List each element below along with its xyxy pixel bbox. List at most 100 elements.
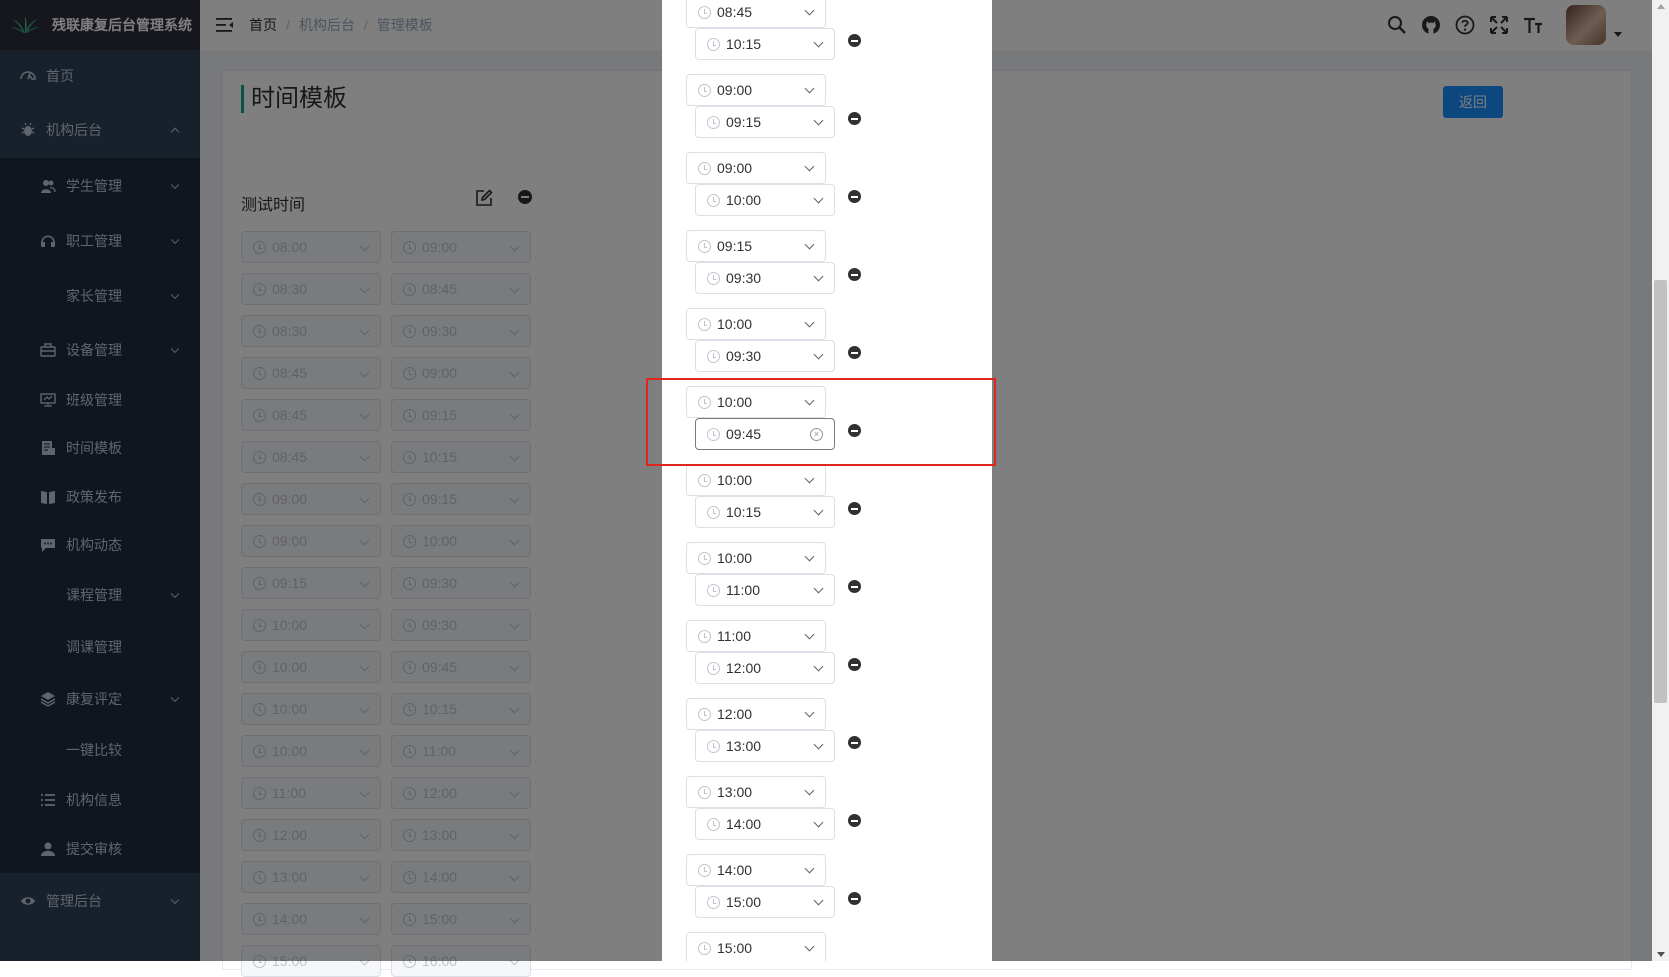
time-value: 08:45	[717, 4, 753, 20]
clock-icon	[707, 115, 720, 129]
clock-icon	[707, 895, 720, 909]
start-time-select[interactable]: 09:00	[686, 152, 826, 184]
time-value: 14:00	[717, 862, 753, 878]
chevron-down-icon	[813, 37, 824, 48]
time-value: 15:00	[717, 940, 753, 956]
clear-icon[interactable]: ×	[810, 428, 823, 441]
time-pair-row: 12:00 13:00	[662, 698, 992, 772]
end-time-select[interactable]: 10:15	[695, 496, 835, 528]
time-pair-row: 08:45 10:15	[662, 0, 992, 70]
time-value: 09:15	[726, 114, 762, 130]
start-time-select[interactable]: 13:00	[686, 776, 826, 808]
time-value: 13:00	[717, 784, 753, 800]
end-time-select[interactable]: 15:00	[695, 886, 835, 918]
time-value: 09:00	[717, 82, 753, 98]
clock-icon	[707, 271, 720, 285]
chevron-down-icon	[813, 349, 824, 360]
time-value: 11:00	[717, 628, 751, 644]
remove-row-icon[interactable]	[848, 502, 861, 515]
remove-row-icon[interactable]	[848, 34, 861, 47]
remove-row-icon[interactable]	[848, 424, 861, 437]
end-time-select[interactable]: 12:00	[695, 652, 835, 684]
start-time-select[interactable]: 09:00	[686, 74, 826, 106]
time-value: 09:15	[717, 238, 753, 254]
end-time-select[interactable]: 10:15	[695, 28, 835, 60]
end-time-select[interactable]: 14:00	[695, 808, 835, 840]
remove-row-icon[interactable]	[848, 112, 861, 125]
time-pair-row: 09:15 09:30	[662, 230, 992, 304]
scrollbar-thumb[interactable]	[1654, 280, 1667, 703]
start-time-select[interactable]: 12:00	[686, 698, 826, 730]
end-time-select[interactable]: 10:00	[695, 184, 835, 216]
chevron-down-icon	[813, 115, 824, 126]
remove-row-icon[interactable]	[848, 736, 861, 749]
clock-icon	[698, 863, 711, 877]
time-value: 15:00	[726, 894, 762, 910]
chevron-down-icon	[804, 707, 815, 718]
clock-icon	[698, 941, 711, 955]
start-time-select[interactable]: 15:00	[686, 932, 826, 961]
chevron-down-icon	[813, 817, 824, 828]
remove-row-icon[interactable]	[848, 580, 861, 593]
clock-icon	[698, 785, 711, 799]
start-time-select[interactable]: 10:00	[686, 464, 826, 496]
clock-icon	[698, 317, 711, 331]
chevron-down-icon	[804, 863, 815, 874]
time-pair-row: 15:00	[662, 932, 992, 961]
end-time-select[interactable]: 09:30	[695, 340, 835, 372]
time-value: 09:00	[717, 160, 753, 176]
start-time-select[interactable]: 08:45	[686, 0, 826, 28]
clock-icon	[707, 349, 720, 363]
clock-icon	[707, 739, 720, 753]
chevron-down-icon	[813, 583, 824, 594]
end-time-select[interactable]: 09:30	[695, 262, 835, 294]
clock-icon	[707, 505, 720, 519]
time-value: 12:00	[726, 660, 762, 676]
chevron-down-icon	[813, 193, 824, 204]
clock-icon	[698, 707, 711, 721]
time-value: 10:00	[717, 550, 753, 566]
chevron-down-icon	[804, 629, 815, 640]
start-time-select[interactable]: 11:00	[686, 620, 826, 652]
start-time-select[interactable]: 10:00	[686, 308, 826, 340]
time-pair-row: 10:00 09:45 ×	[662, 386, 992, 460]
clock-icon	[707, 193, 720, 207]
clock-icon	[698, 473, 711, 487]
end-time-select[interactable]: 13:00	[695, 730, 835, 762]
end-time-select[interactable]: 11:00	[695, 574, 835, 606]
start-time-select[interactable]: 10:00	[686, 386, 826, 418]
scroll-up-icon[interactable]	[1657, 4, 1665, 9]
chevron-down-icon	[804, 395, 815, 406]
time-pair-row: 09:00 09:15	[662, 74, 992, 148]
remove-row-icon[interactable]	[848, 658, 861, 671]
remove-row-icon[interactable]	[848, 346, 861, 359]
time-pair-row: 13:00 14:00	[662, 776, 992, 850]
end-time-select[interactable]: 09:45 ×	[695, 418, 835, 450]
remove-row-icon[interactable]	[848, 814, 861, 827]
end-time-select[interactable]: 09:15	[695, 106, 835, 138]
time-value: 09:30	[726, 348, 762, 364]
start-time-select[interactable]: 09:15	[686, 230, 826, 262]
chevron-down-icon	[804, 5, 815, 16]
chevron-down-icon	[813, 661, 824, 672]
time-value: 10:00	[726, 192, 762, 208]
time-value: 10:15	[726, 36, 762, 52]
clock-icon	[698, 5, 711, 19]
time-pair-row: 11:00 12:00	[662, 620, 992, 694]
remove-row-icon[interactable]	[848, 190, 861, 203]
start-time-select[interactable]: 10:00	[686, 542, 826, 574]
remove-row-icon[interactable]	[848, 892, 861, 905]
start-time-select[interactable]: 14:00	[686, 854, 826, 886]
scroll-down-icon[interactable]	[1657, 952, 1665, 957]
page-scrollbar[interactable]	[1652, 0, 1669, 961]
clock-icon	[698, 161, 711, 175]
clock-icon	[698, 395, 711, 409]
chevron-down-icon	[804, 83, 815, 94]
time-pair-row: 10:00 10:15	[662, 464, 992, 538]
clock-icon	[698, 551, 711, 565]
clock-icon	[707, 661, 720, 675]
clock-icon	[698, 239, 711, 253]
chevron-down-icon	[804, 239, 815, 250]
remove-row-icon[interactable]	[848, 268, 861, 281]
time-value: 10:00	[717, 472, 753, 488]
